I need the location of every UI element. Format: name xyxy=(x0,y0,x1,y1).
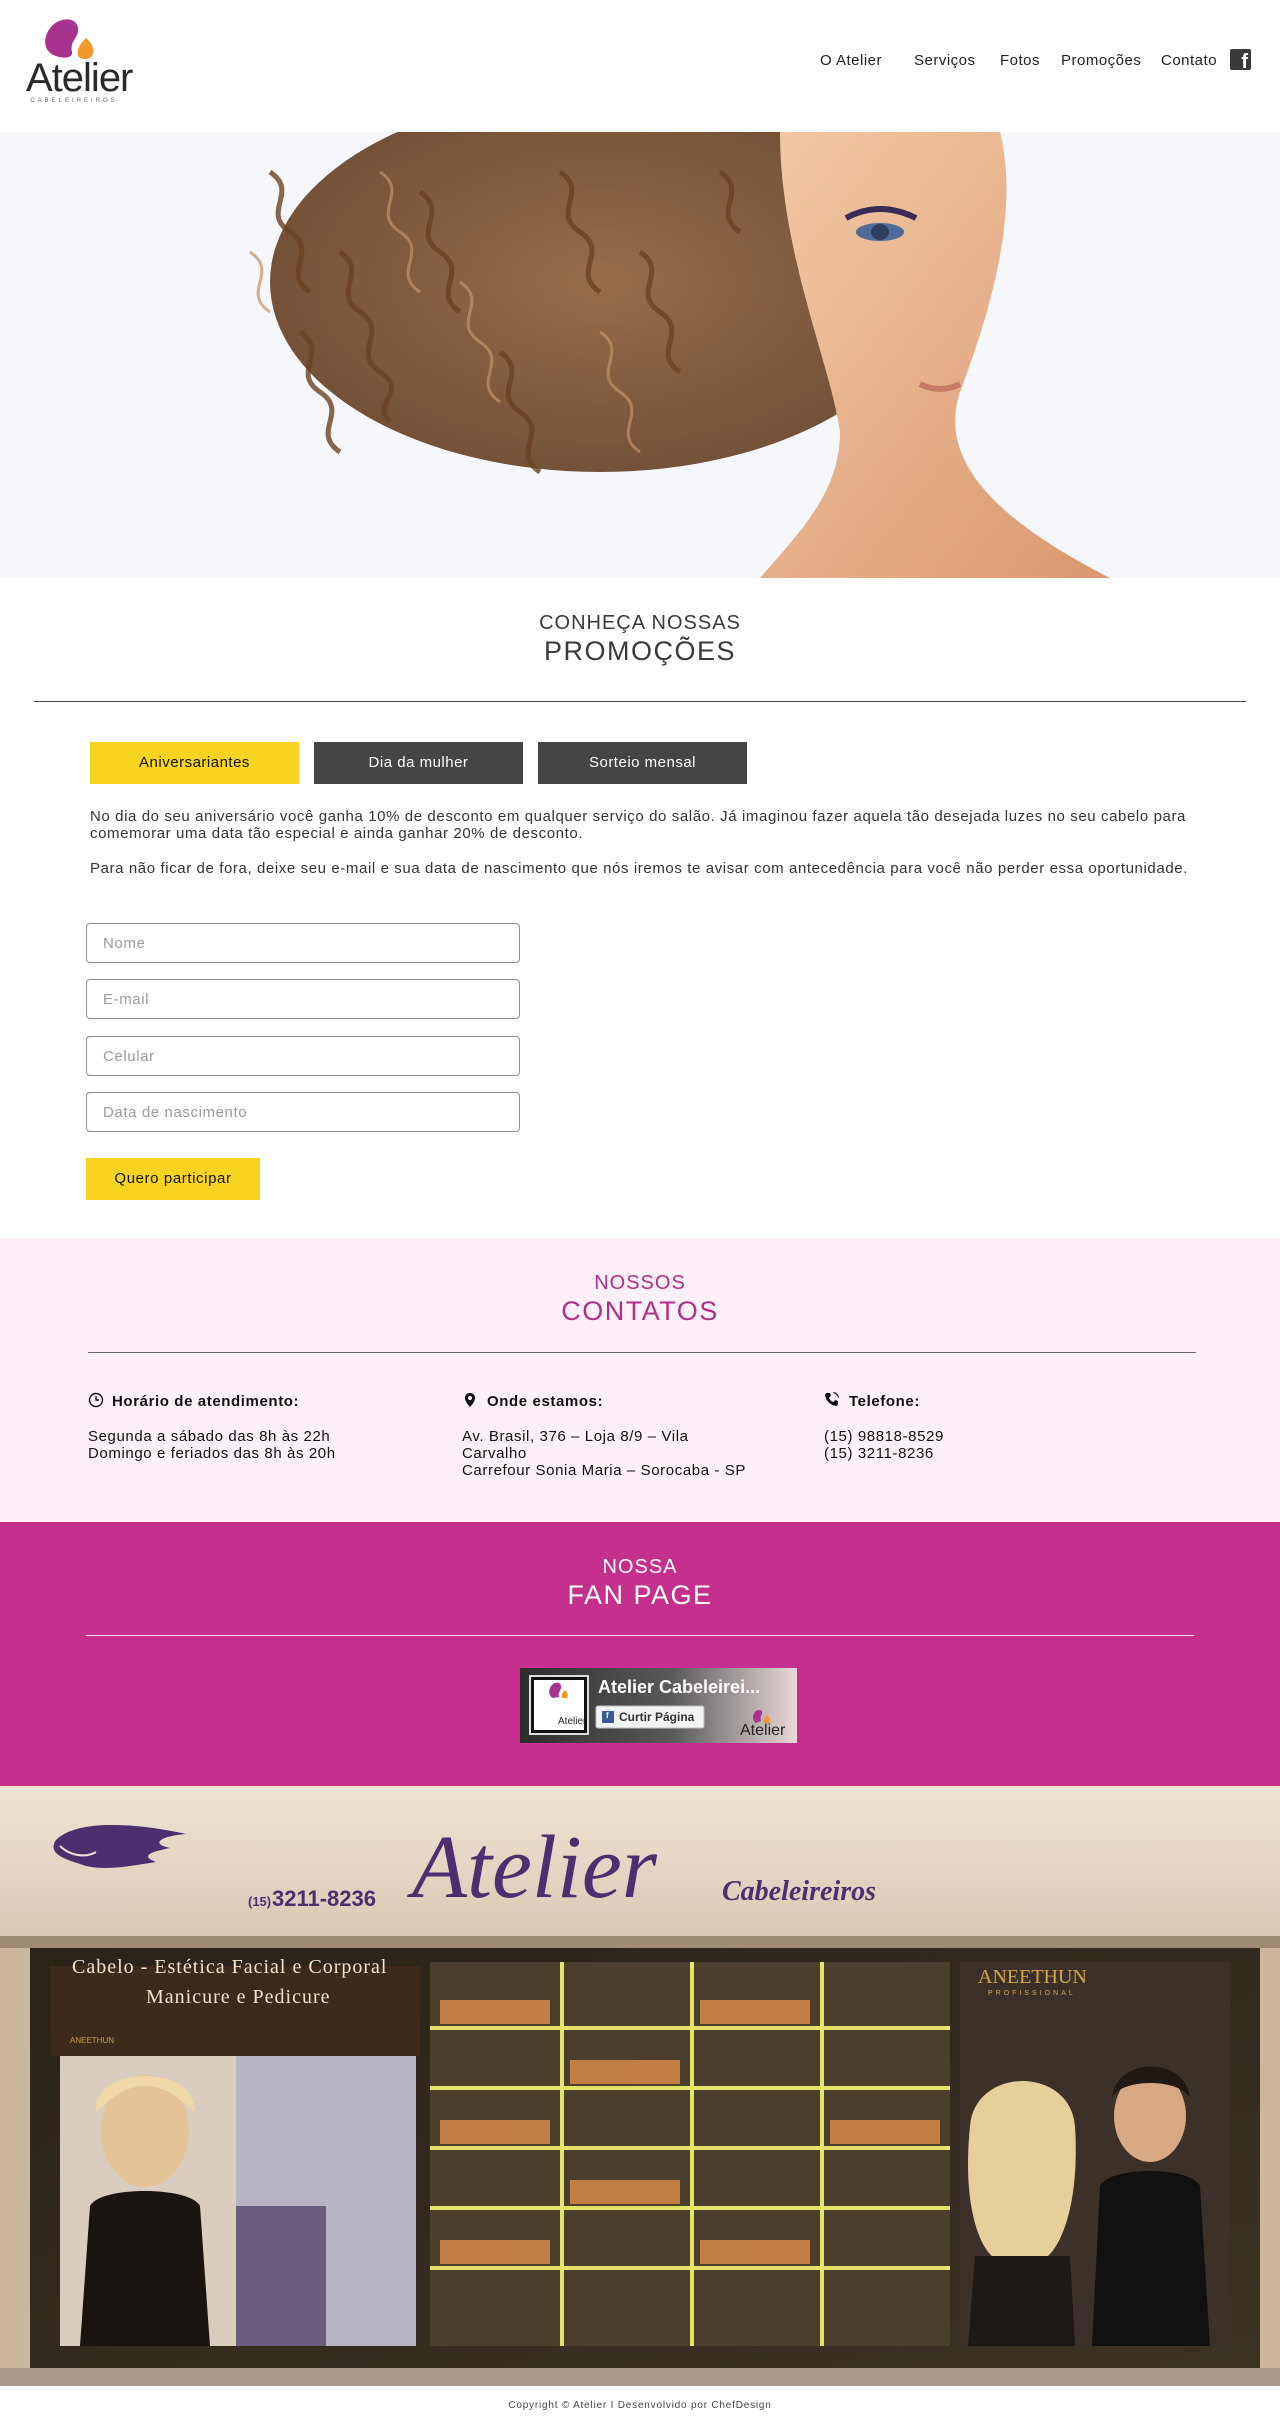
fb-card-watermark: Atelier xyxy=(740,1722,786,1739)
sign-phone: 3211-8236 xyxy=(272,1886,376,1911)
storefront-photo: (15) 3211-8236 Atelier Cabeleireiros Cab… xyxy=(0,1786,1280,2386)
logo-wordmark: Atelier xyxy=(26,56,133,100)
facebook-icon[interactable]: f xyxy=(1230,49,1251,72)
name-field[interactable] xyxy=(86,923,520,963)
submit-button[interactable]: Quero participar xyxy=(86,1158,260,1200)
fanpage-title: FAN PAGE xyxy=(567,1580,713,1610)
promo-paragraph-1: No dia do seu aniversário você ganha 10%… xyxy=(90,808,1186,842)
fb-like-icon: f xyxy=(606,1711,609,1720)
hero-banner xyxy=(0,132,1280,578)
services-line-2: Manicure e Pedicure xyxy=(146,1986,331,2008)
atelier-logo[interactable]: Atelier CABELEIREIROS xyxy=(26,12,133,108)
fanpage-divider xyxy=(86,1635,1194,1636)
contacts-divider xyxy=(88,1352,1196,1353)
brand-right: ANEETHUN xyxy=(978,1966,1087,1988)
brand-right-sub: PROFISSIONAL xyxy=(988,1990,1076,1997)
site-header: Atelier CABELEIREIROS O Atelier Serviços… xyxy=(0,0,1280,132)
fb-card-logo-text: Atelier xyxy=(558,1716,587,1727)
contacts-section: NOSSOS CONTATOS Horário de atendimento: … xyxy=(0,1238,1280,1522)
sign-name: Atelier xyxy=(412,1818,657,1917)
fb-like-button[interactable]: Curtir Página xyxy=(619,1710,694,1724)
clock-icon xyxy=(88,1392,104,1408)
services-line-1: Cabelo - Estética Facial e Corporal xyxy=(72,1956,388,1978)
nav-servicos[interactable]: Serviços xyxy=(914,52,976,72)
birth-date-field[interactable] xyxy=(86,1092,520,1132)
phone-line-1[interactable]: (15) 98818-8529 xyxy=(824,1428,944,1445)
phone-line-2[interactable]: (15) 3211-8236 xyxy=(824,1445,934,1462)
brand-left: ANEETHUN xyxy=(70,2036,115,2045)
promo-title: PROMOÇÕES xyxy=(543,636,737,666)
nav-promocoes[interactable]: Promoções xyxy=(1061,52,1141,72)
contacts-title: CONTATOS xyxy=(561,1296,719,1326)
footer: Copyright © Atelier I Desenvolvido por C… xyxy=(0,2386,1280,2427)
nav-contato[interactable]: Contato xyxy=(1161,52,1217,72)
phone-heading: Telefone: xyxy=(849,1393,920,1410)
promo-divider xyxy=(34,701,1246,702)
nav-fotos[interactable]: Fotos xyxy=(1000,52,1040,72)
hours-line-2: Domingo e feriados das 8h às 20h xyxy=(88,1445,336,1462)
logo-subtitle: CABELEIREIROS xyxy=(30,98,118,104)
phone-icon xyxy=(825,1391,840,1406)
facebook-page-widget[interactable]: Atelier Atelier Cabeleirei... f Curtir P… xyxy=(520,1668,797,1743)
fb-card-title: Atelier Cabeleirei... xyxy=(598,1677,761,1697)
location-heading: Onde estamos: xyxy=(487,1393,604,1410)
fanpage-kicker: NOSSA xyxy=(602,1556,678,1578)
tab-aniversariantes[interactable]: Aniversariantes xyxy=(90,742,299,784)
map-pin-icon xyxy=(465,1393,475,1407)
email-field[interactable] xyxy=(86,979,520,1019)
hours-line-1: Segunda a sábado das 8h às 22h xyxy=(88,1428,331,1445)
contacts-kicker: NOSSOS xyxy=(594,1272,686,1294)
tab-dia-da-mulher[interactable]: Dia da mulher xyxy=(314,742,523,784)
footer-copyright: Copyright © Atelier I Desenvolvido por C… xyxy=(508,2400,772,2411)
nav-o-atelier[interactable]: O Atelier xyxy=(820,52,882,72)
fanpage-section: NOSSA FAN PAGE xyxy=(0,1522,1280,1786)
hero-image xyxy=(0,132,1280,578)
promo-paragraph-2: Para não ficar de fora, deixe seu e-mail… xyxy=(90,860,1188,877)
location-line-1: Av. Brasil, 376 – Loja 8/9 – Vila xyxy=(462,1428,689,1445)
hours-heading: Horário de atendimento: xyxy=(112,1393,300,1410)
promo-kicker: CONHEÇA NOSSAS xyxy=(539,612,741,634)
location-line-3: Carrefour Sonia Maria – Sorocaba - SP xyxy=(462,1462,746,1479)
sign-subtitle: Cabeleireiros xyxy=(722,1876,876,1907)
phone-field[interactable] xyxy=(86,1036,520,1076)
tab-sorteio-mensal[interactable]: Sorteio mensal xyxy=(538,742,747,784)
sign-phone-prefix: (15) xyxy=(248,1894,272,1909)
location-line-2: Carvalho xyxy=(462,1445,527,1462)
